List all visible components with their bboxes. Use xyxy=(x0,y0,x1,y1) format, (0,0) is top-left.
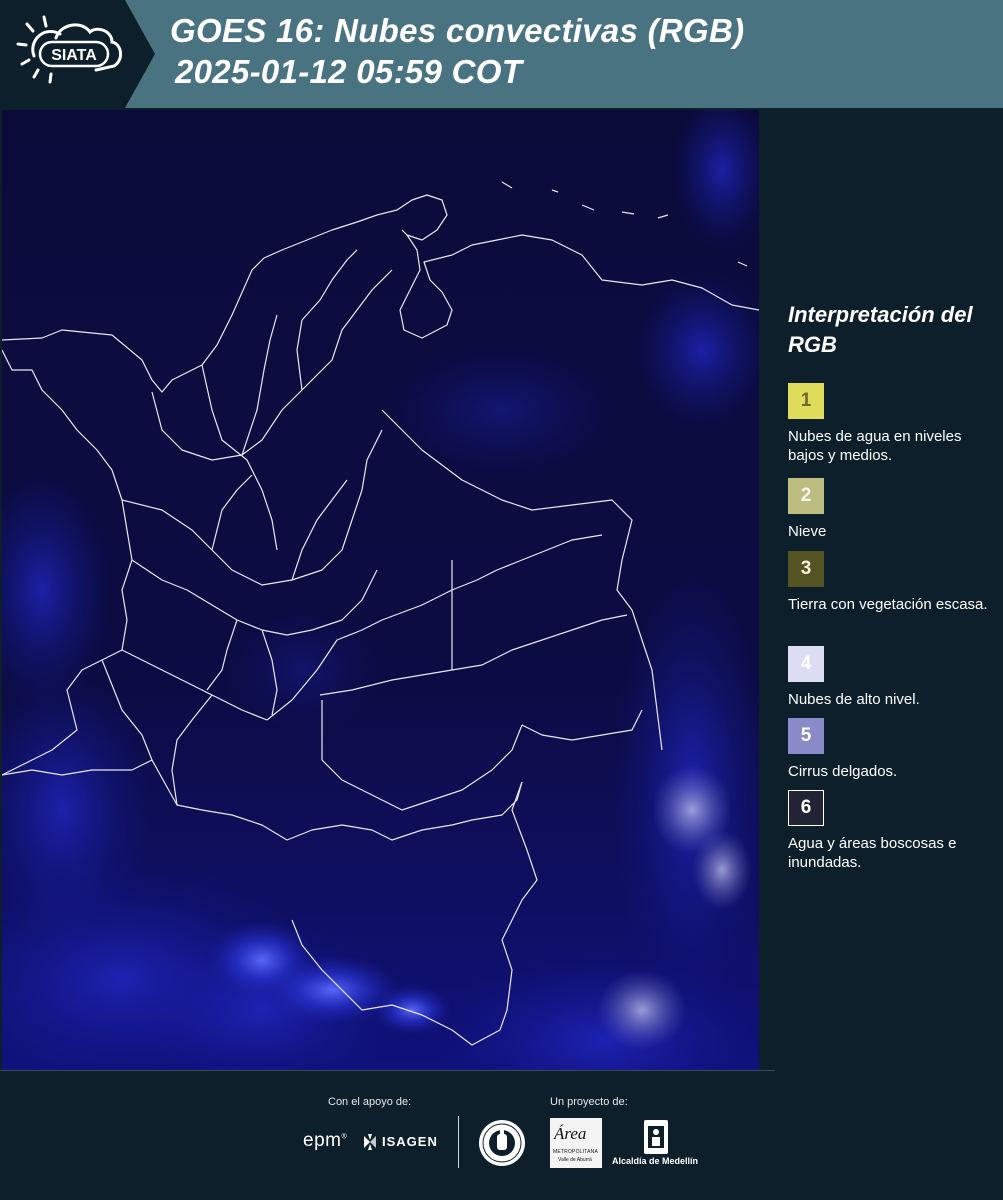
legend-item-2: 2 Nieve xyxy=(788,478,988,541)
area-logo-main: Área xyxy=(554,1124,587,1143)
legend-item-6: 6 Agua y áreas boscosas e inundadas. xyxy=(788,790,988,872)
footer-divider-line xyxy=(0,1070,775,1071)
support-label: Con el apoyo de: xyxy=(328,1096,412,1108)
legend-swatch-6: 6 xyxy=(788,790,824,826)
medellin-seal-icon[interactable] xyxy=(477,1118,527,1173)
footer-logo-divider xyxy=(458,1116,459,1168)
legend-label-3: Tierra con vegetación escasa. xyxy=(788,596,988,613)
header-bar: SIATA GOES 16: Nubes convectivas (RGB) 2… xyxy=(0,0,1003,108)
legend-number-3: 3 xyxy=(800,558,812,579)
legend-label-4: Nubes de alto nivel. xyxy=(788,691,920,708)
legend-label-1: Nubes de agua en niveles bajos y medios. xyxy=(788,428,962,464)
project-label: Un proyecto de: xyxy=(550,1096,628,1108)
legend-number-5: 5 xyxy=(800,725,812,746)
alcaldia-crest-icon xyxy=(644,1120,668,1154)
alcaldia-logo-text: Alcaldía de Medellín xyxy=(612,1156,699,1166)
legend-number-4: 4 xyxy=(800,653,812,674)
area-logo-sub2: Valle de Aburrá xyxy=(558,1157,592,1163)
rgb-legend: Interpretación del RGB 1 Nubes de agua e… xyxy=(788,300,988,871)
legend-item-4: 4 Nubes de alto nivel. xyxy=(788,646,988,709)
legend-swatch-2: 2 xyxy=(788,478,824,514)
legend-swatch-5: 5 xyxy=(788,718,824,754)
area-logo-sub1: METROPOLITANA xyxy=(553,1149,599,1155)
legend-swatch-3: 3 xyxy=(788,551,824,587)
siata-logo-text: SIATA xyxy=(51,47,97,64)
legend-swatch-1: 1 xyxy=(788,383,824,419)
isagen-logo[interactable]: ISAGEN xyxy=(360,1132,437,1152)
legend-label-6: Agua y áreas boscosas e inundadas. xyxy=(788,835,957,871)
alcaldia-medellin-logo[interactable]: Alcaldía de Medellín xyxy=(612,1118,704,1172)
legend-number-6: 6 xyxy=(800,797,812,818)
page-timestamp: 2025-01-12 05:59 COT xyxy=(175,53,523,90)
isagen-logo-text: ISAGEN xyxy=(382,1134,438,1149)
area-metropolitana-logo[interactable]: Área METROPOLITANA Valle de Aburrá xyxy=(550,1118,602,1168)
legend-number-1: 1 xyxy=(800,390,812,411)
legend-item-3: 3 Tierra con vegetación escasa. xyxy=(788,551,988,614)
satellite-map[interactable] xyxy=(2,110,759,1070)
isagen-mark-icon xyxy=(364,1134,376,1150)
legend-title: Interpretación del RGB xyxy=(788,302,973,357)
page-title: GOES 16: Nubes convectivas (RGB) xyxy=(170,12,745,49)
epm-logo-text: epm xyxy=(303,1130,342,1151)
legend-number-2: 2 xyxy=(800,485,812,506)
footer: Con el apoyo de: Un proyecto de: epm® IS… xyxy=(0,1070,1003,1200)
legend-swatch-4: 4 xyxy=(788,646,824,682)
legend-item-5: 5 Cirrus delgados. xyxy=(788,718,988,781)
legend-label-2: Nieve xyxy=(788,523,827,540)
legend-label-5: Cirrus delgados. xyxy=(788,763,898,780)
epm-logo[interactable]: epm® xyxy=(303,1130,347,1152)
siata-logo[interactable]: SIATA xyxy=(0,0,155,108)
legend-item-1: 1 Nubes de agua en niveles bajos y medio… xyxy=(788,383,988,465)
